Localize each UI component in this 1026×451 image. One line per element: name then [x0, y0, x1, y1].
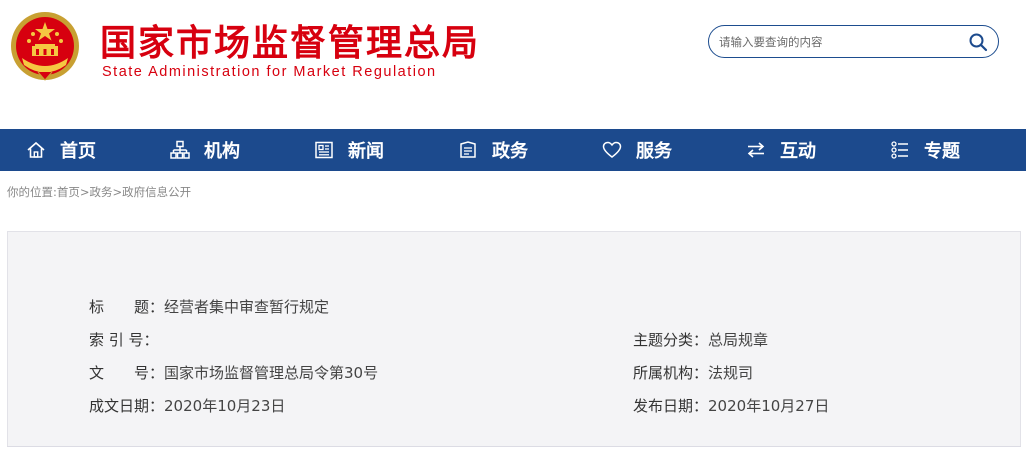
divider [7, 446, 1021, 447]
org-chart-icon [170, 140, 190, 159]
exchange-arrows-icon [747, 142, 765, 158]
info-key: 成文日期： [89, 397, 165, 415]
nav-item-news[interactable]: 新闻 [288, 129, 432, 171]
document-info-panel: 标 题：经营者集中审查暂行规定 索 引 号： 主题分类：总局规章 文 号：国家市… [7, 231, 1021, 447]
breadcrumb-prefix: 你的位置: [7, 185, 57, 199]
nav-item-service[interactable]: 服务 [576, 129, 720, 171]
breadcrumb-item-gov[interactable]: 政务 [90, 185, 113, 199]
heart-icon [602, 141, 622, 158]
info-row-org: 所属机构：法规司 [633, 362, 753, 383]
info-key: 所属机构： [633, 364, 709, 382]
nav-label: 互动 [780, 141, 816, 162]
info-key: 发布日期： [633, 397, 709, 415]
document-icon [460, 141, 476, 158]
info-row-created: 成文日期：2020年10月23日 [89, 395, 285, 416]
info-row-index: 索 引 号： [89, 329, 159, 350]
info-value: 法规司 [708, 364, 754, 382]
newspaper-icon [315, 141, 333, 159]
info-key: 文 号： [89, 364, 165, 382]
breadcrumb-separator: > [79, 185, 90, 199]
main-nav: 首页 机构 新闻 政务 服务 互动 专题 [0, 129, 1026, 171]
info-key: 标 题： [89, 298, 165, 316]
nav-label: 专题 [924, 141, 960, 162]
nav-item-org[interactable]: 机构 [144, 129, 288, 171]
nav-label: 服务 [636, 141, 672, 162]
breadcrumb-separator: > [112, 185, 123, 199]
info-row-title: 标 题：经营者集中审查暂行规定 [89, 296, 329, 317]
nav-label: 新闻 [348, 141, 384, 162]
search-box [708, 25, 999, 58]
nav-item-topics[interactable]: 专题 [864, 129, 1008, 171]
breadcrumb-item-info[interactable]: 政府信息公开 [122, 185, 191, 199]
info-value: 2020年10月23日 [164, 397, 286, 415]
nav-label: 机构 [204, 141, 240, 162]
info-key: 主题分类： [633, 331, 709, 349]
nav-label: 首页 [60, 141, 96, 162]
info-value: 2020年10月27日 [708, 397, 830, 415]
site-header: 国家市场监督管理总局 State Administration for Mark… [0, 0, 1026, 129]
list-icon [891, 141, 908, 159]
site-title-en: State Administration for Market Regulati… [102, 64, 437, 80]
info-row-topic: 主题分类：总局规章 [633, 329, 768, 350]
breadcrumb: 你的位置:首页>政务>政府信息公开 [7, 184, 191, 200]
nav-item-gov[interactable]: 政务 [432, 129, 576, 171]
info-value: 经营者集中审查暂行规定 [164, 298, 330, 316]
nav-item-interact[interactable]: 互动 [720, 129, 864, 171]
search-input[interactable] [719, 31, 959, 53]
info-key: 索 引 号： [89, 331, 159, 349]
nav-label: 政务 [492, 141, 528, 162]
nav-item-home[interactable]: 首页 [0, 129, 144, 171]
breadcrumb-item-home[interactable]: 首页 [57, 185, 80, 199]
info-row-published: 发布日期：2020年10月27日 [633, 395, 829, 416]
home-icon [27, 141, 45, 158]
info-value: 总局规章 [708, 331, 769, 349]
info-row-docno: 文 号：国家市场监督管理总局令第30号 [89, 362, 378, 383]
national-emblem-icon[interactable] [8, 10, 82, 84]
search-icon[interactable] [968, 32, 988, 52]
info-value: 国家市场监督管理总局令第30号 [164, 364, 379, 382]
site-title-cn[interactable]: 国家市场监督管理总局 [100, 14, 480, 66]
